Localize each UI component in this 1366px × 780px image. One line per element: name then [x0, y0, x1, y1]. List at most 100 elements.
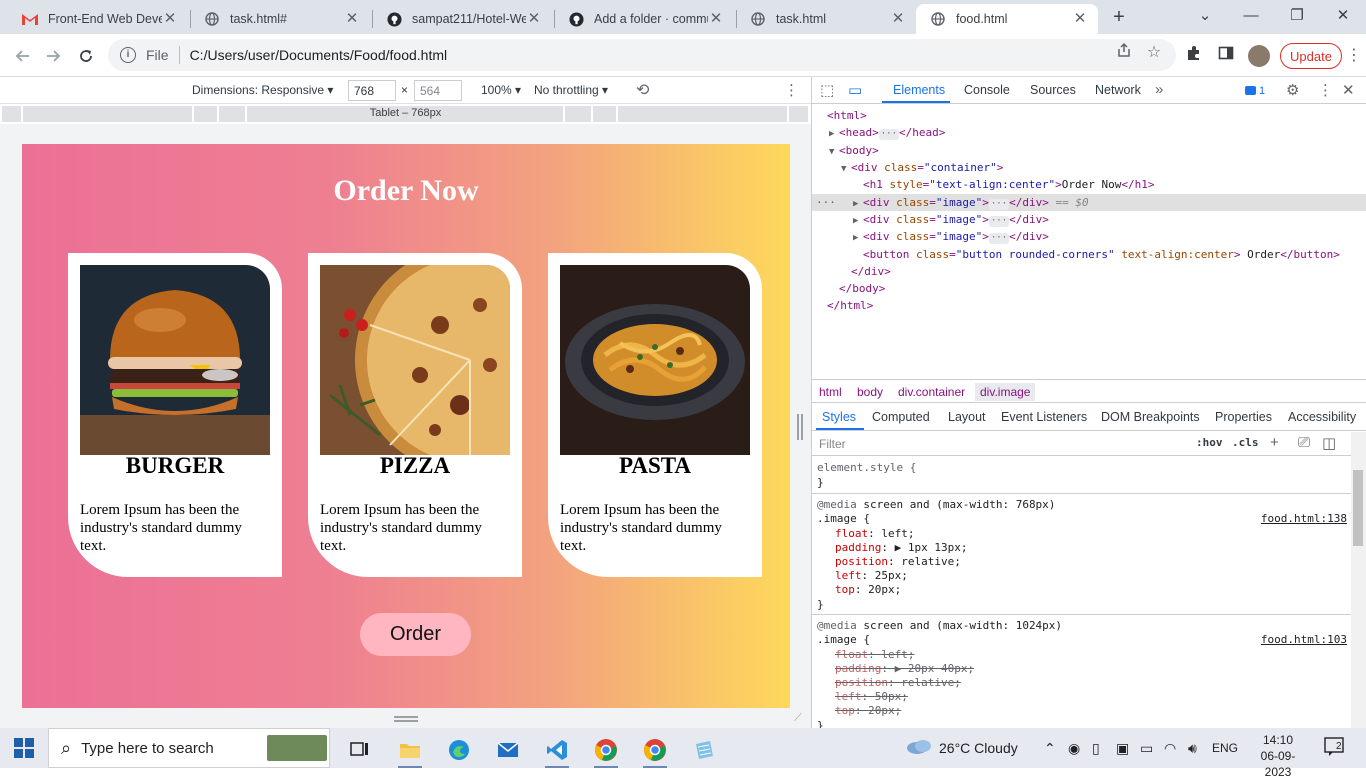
breadcrumb-item[interactable]: body: [857, 385, 883, 399]
tab-console[interactable]: Console: [964, 83, 1010, 97]
close-icon[interactable]: ✕: [162, 11, 178, 27]
height-input[interactable]: 564: [414, 80, 462, 101]
tab-accessibility[interactable]: Accessibility: [1288, 410, 1356, 424]
filter-input[interactable]: Filter: [819, 437, 846, 451]
css-property-overridden[interactable]: position: relative;: [835, 676, 961, 690]
close-icon[interactable]: ✕: [344, 11, 360, 27]
battery-icon[interactable]: ▭: [1140, 740, 1153, 757]
tab-computed[interactable]: Computed: [872, 410, 930, 424]
element-state-icon[interactable]: ⎚: [1298, 434, 1310, 451]
rotate-icon[interactable]: ⟲: [636, 80, 649, 100]
dom-node[interactable]: </div>: [812, 263, 1366, 280]
device-toggle-icon[interactable]: ▭: [848, 81, 862, 99]
avatar[interactable]: [1248, 45, 1270, 67]
source-link[interactable]: food.html:138: [1261, 512, 1347, 526]
hov-button[interactable]: :hov: [1196, 436, 1223, 449]
back-button[interactable]: [8, 42, 36, 70]
css-property-overridden[interactable]: float: left;: [835, 648, 915, 662]
record-icon[interactable]: ◉: [1068, 740, 1080, 757]
windows-start-icon[interactable]: [14, 738, 34, 758]
css-property[interactable]: padding: ▶ 1px 13px;: [835, 541, 967, 555]
volume-icon[interactable]: 🔊︎: [1188, 740, 1197, 757]
tab-network[interactable]: Network: [1095, 83, 1141, 97]
dom-node[interactable]: <button class="button rounded-corners" t…: [812, 246, 1366, 263]
css-property[interactable]: top: 20px;: [835, 583, 901, 597]
close-icon[interactable]: ✕: [526, 11, 542, 27]
mail-icon[interactable]: [488, 732, 528, 768]
side-panel-icon[interactable]: [1215, 45, 1237, 67]
css-property[interactable]: position: relative;: [835, 555, 961, 569]
css-property-overridden[interactable]: top: 20px;: [835, 704, 901, 718]
issues-badge[interactable]: 1: [1240, 82, 1270, 99]
dom-node[interactable]: ▶ <head> ··· </head>: [812, 124, 1366, 141]
dom-node[interactable]: ▶ <div class="image"> ··· </div>: [812, 211, 1366, 228]
tab-search-icon[interactable]: ⌄: [1182, 0, 1228, 30]
breadcrumb-item-active[interactable]: div.image: [975, 383, 1036, 401]
dom-node[interactable]: ▼ <body>: [812, 142, 1366, 159]
more-menu-icon[interactable]: ⋮: [1346, 45, 1362, 65]
tab-styles[interactable]: Styles: [822, 410, 856, 424]
bookmark-star-icon[interactable]: ☆: [1144, 42, 1164, 62]
notepad-icon[interactable]: [684, 732, 724, 768]
close-devtools-icon[interactable]: ✕: [1342, 81, 1355, 99]
chrome-profile-icon[interactable]: [586, 732, 626, 768]
settings-gear-icon[interactable]: ⚙: [1286, 81, 1299, 99]
browser-tab[interactable]: task.html ✕: [736, 4, 916, 34]
tab-layout[interactable]: Layout: [948, 410, 986, 424]
language-indicator[interactable]: ENG: [1212, 741, 1238, 755]
source-link[interactable]: food.html:103: [1261, 633, 1347, 647]
close-icon[interactable]: ✕: [890, 11, 906, 27]
dom-node[interactable]: </html>: [812, 297, 1366, 314]
dom-node[interactable]: ▼ <div class="container">: [812, 159, 1366, 176]
forward-button[interactable]: [40, 42, 68, 70]
wifi-icon[interactable]: ◠: [1164, 740, 1176, 757]
toggle-sidebar-icon[interactable]: ◫: [1322, 434, 1336, 452]
share-icon[interactable]: [1114, 42, 1134, 62]
url-text[interactable]: C:/Users/user/Documents/Food/food.html: [190, 47, 448, 63]
tab-properties[interactable]: Properties: [1215, 410, 1272, 424]
cls-button[interactable]: .cls: [1232, 436, 1259, 449]
file-explorer-icon[interactable]: [390, 732, 430, 768]
dom-node-selected[interactable]: ··· ▶ <div class="image"> ··· </div> == $0: [812, 194, 1366, 211]
display-icon[interactable]: ▣: [1116, 740, 1129, 757]
tab-dom-breakpoints[interactable]: DOM Breakpoints: [1101, 410, 1200, 424]
close-icon[interactable]: ✕: [1072, 11, 1088, 27]
browser-tab[interactable]: task.html# ✕: [190, 4, 370, 34]
media-query-bar[interactable]: Tablet – 768px: [0, 104, 811, 124]
new-tab-button[interactable]: +: [1108, 6, 1130, 28]
task-view-icon[interactable]: [340, 732, 380, 768]
browser-tab[interactable]: sampat211/Hotel-Web ✕: [372, 4, 552, 34]
show-hidden-icons[interactable]: ⌃: [1044, 740, 1056, 757]
throttling-dropdown[interactable]: No throttling ▾: [534, 83, 608, 97]
zoom-dropdown[interactable]: 100% ▾: [481, 83, 521, 97]
browser-tab[interactable]: Front-End Web Develo ✕: [8, 4, 188, 34]
close-icon[interactable]: ✕: [708, 11, 724, 27]
dimensions-dropdown[interactable]: Dimensions: Responsive ▾: [192, 83, 333, 97]
edge-icon[interactable]: [439, 732, 479, 768]
css-property[interactable]: float: left;: [835, 527, 915, 541]
new-rule-icon[interactable]: +: [1270, 434, 1279, 451]
css-property-overridden[interactable]: padding: ▶ 20px 40px;: [835, 662, 974, 676]
viewport-side-resize-handle[interactable]: [797, 414, 803, 440]
address-bar[interactable]: i File C:/Users/user/Documents/Food/food…: [108, 39, 1176, 71]
rule-selector[interactable]: .image {: [817, 512, 870, 526]
dom-node[interactable]: <h1 style="text-align:center">Order Now<…: [812, 176, 1366, 193]
dom-node[interactable]: </body>: [812, 280, 1366, 297]
styles-scrollbar-thumb[interactable]: [1353, 470, 1363, 546]
breadcrumb-item[interactable]: div.container: [898, 385, 965, 399]
clock[interactable]: 14:10 06-09-2023: [1248, 732, 1308, 780]
dom-node[interactable]: ▶ <div class="image"> ··· </div>: [812, 228, 1366, 245]
weather-icon[interactable]: [906, 737, 932, 758]
devtools-menu-icon[interactable]: ⋮: [1318, 81, 1333, 99]
tab-event-listeners[interactable]: Event Listeners: [1001, 410, 1087, 424]
taskbar-search[interactable]: ⌕ Type here to search: [48, 728, 330, 768]
tab-sources[interactable]: Sources: [1030, 83, 1076, 97]
browser-tab-active[interactable]: food.html ✕: [916, 4, 1098, 34]
rule-selector[interactable]: .image {: [817, 633, 870, 647]
element-style-selector[interactable]: element.style {: [817, 461, 916, 475]
info-icon[interactable]: i: [120, 47, 136, 63]
more-tabs-icon[interactable]: »: [1155, 81, 1163, 98]
chrome-icon[interactable]: [635, 732, 675, 768]
extensions-icon[interactable]: [1183, 45, 1205, 67]
reload-button[interactable]: [72, 42, 100, 70]
